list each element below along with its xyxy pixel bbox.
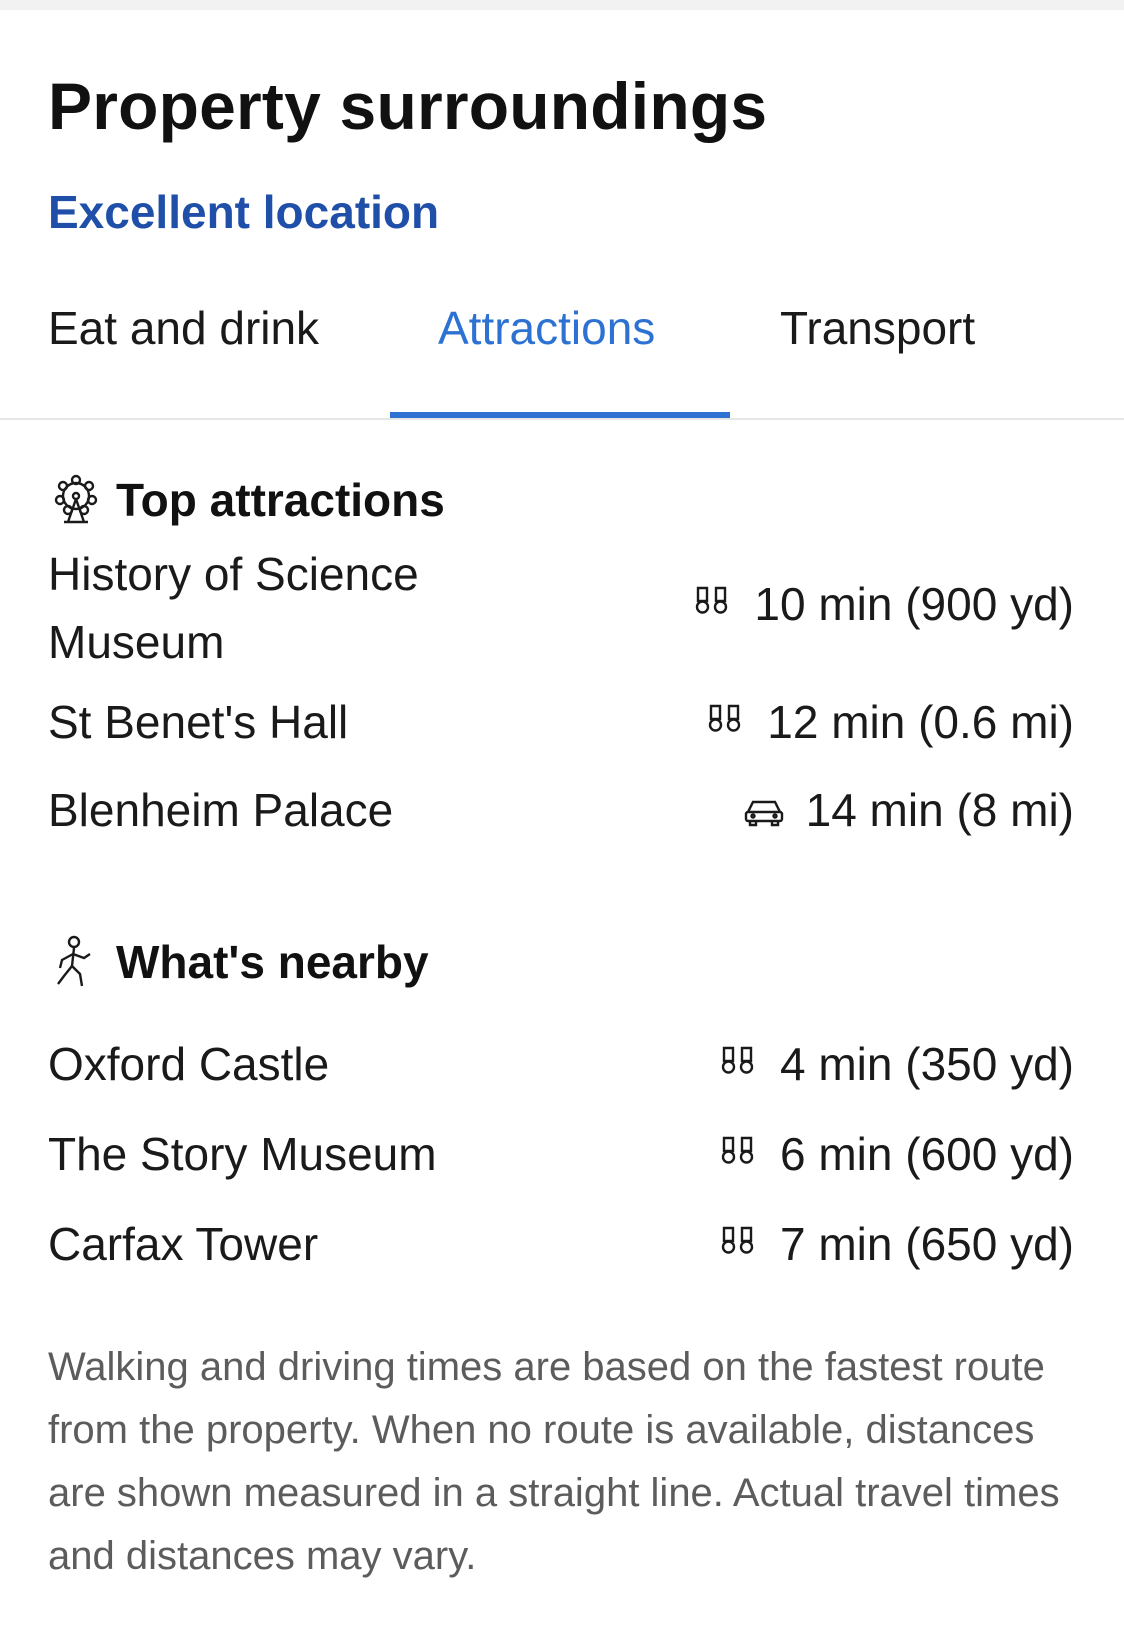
attraction-distance: 14 min (8 mi) bbox=[742, 776, 1074, 844]
walking-icon bbox=[716, 1222, 760, 1266]
list-item: The Story Museum 6 min (600 yd) bbox=[48, 1120, 1074, 1188]
place-name: Oxford Castle bbox=[48, 1038, 330, 1090]
attraction-distance: 10 min (900 yd) bbox=[690, 570, 1074, 638]
list-item: Oxford Castle 4 min (350 yd) bbox=[48, 1030, 1074, 1098]
place-distance: 7 min (650 yd) bbox=[716, 1210, 1074, 1278]
place-name: Carfax Tower bbox=[48, 1218, 319, 1270]
distance-text: 6 min (600 yd) bbox=[779, 1128, 1074, 1180]
location-rating: Excellent location bbox=[48, 186, 440, 238]
list-item: History of Science Museum 10 min (900 yd… bbox=[48, 540, 1074, 676]
pedestrian-icon bbox=[48, 934, 104, 990]
tab-attractions[interactable]: Attractions bbox=[438, 300, 655, 356]
attraction-distance: 12 min (0.6 mi) bbox=[703, 688, 1074, 756]
attraction-name: History of Science Museum bbox=[48, 548, 419, 668]
place-name: The Story Museum bbox=[48, 1128, 437, 1180]
distance-text: 14 min (8 mi) bbox=[805, 784, 1074, 836]
ferris-wheel-icon bbox=[48, 472, 104, 528]
top-attractions-header: Top attractions bbox=[48, 472, 445, 528]
distance-text: 12 min (0.6 mi) bbox=[767, 696, 1074, 748]
tab-bar: Eat and drink Attractions Transport bbox=[0, 282, 1124, 420]
list-item: St Benet's Hall 12 min (0.6 mi) bbox=[48, 688, 1074, 756]
top-attractions-title: Top attractions bbox=[116, 474, 445, 526]
attraction-name: St Benet's Hall bbox=[48, 696, 349, 748]
walking-icon bbox=[703, 700, 747, 744]
car-icon bbox=[742, 788, 786, 832]
distance-text: 4 min (350 yd) bbox=[779, 1038, 1074, 1090]
tabs-divider bbox=[0, 418, 1124, 420]
list-item: Blenheim Palace 14 min (8 mi) bbox=[48, 776, 1074, 844]
list-item: Carfax Tower 7 min (650 yd) bbox=[48, 1210, 1074, 1278]
whats-nearby-title: What's nearby bbox=[116, 936, 429, 988]
walking-icon bbox=[690, 582, 734, 626]
whats-nearby-header: What's nearby bbox=[48, 934, 429, 990]
tab-eat-and-drink[interactable]: Eat and drink bbox=[48, 300, 319, 356]
place-distance: 6 min (600 yd) bbox=[716, 1120, 1074, 1188]
walking-icon bbox=[716, 1042, 760, 1086]
attraction-name: Blenheim Palace bbox=[48, 784, 394, 836]
place-distance: 4 min (350 yd) bbox=[716, 1030, 1074, 1098]
distance-text: 10 min (900 yd) bbox=[754, 578, 1074, 630]
tab-transport[interactable]: Transport bbox=[780, 300, 975, 356]
distance-text: 7 min (650 yd) bbox=[779, 1218, 1074, 1270]
disclaimer-text: Walking and driving times are based on t… bbox=[48, 1345, 1060, 1578]
walking-icon bbox=[716, 1132, 760, 1176]
page-title: Property surroundings bbox=[48, 69, 768, 143]
top-strip bbox=[0, 0, 1124, 10]
